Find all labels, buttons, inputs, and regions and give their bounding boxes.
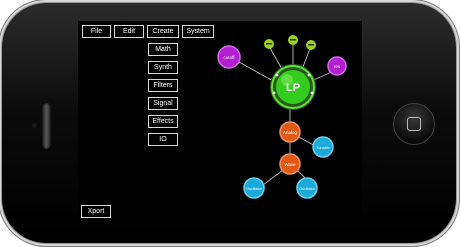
cutoff-label: cutoff xyxy=(224,55,236,60)
earpiece-speaker xyxy=(42,103,51,149)
cutoff-node[interactable]: cutoff xyxy=(217,45,241,69)
front-camera xyxy=(32,123,37,128)
home-button[interactable] xyxy=(394,104,434,144)
patch-graph: LP cutoff res Analog Wave Tunable Oscill… xyxy=(217,35,347,199)
knob-node-3[interactable] xyxy=(306,40,316,50)
lp-label: LP xyxy=(286,82,300,94)
res-label: res xyxy=(334,64,341,69)
knob-node-2[interactable] xyxy=(288,35,298,45)
analog-node[interactable]: Analog xyxy=(279,121,301,143)
tunable-label: Tunable xyxy=(316,146,330,150)
tunable-node[interactable]: Tunable xyxy=(312,136,334,158)
analog-label: Analog xyxy=(283,130,298,135)
wave-node[interactable]: Wave xyxy=(279,153,301,175)
res-node[interactable]: res xyxy=(327,56,347,76)
app-screen: File Edit Create System Math Synth Filte… xyxy=(78,21,362,224)
home-square-icon xyxy=(407,117,421,131)
knob-node-1[interactable] xyxy=(264,39,274,49)
oscillator-2-label: Oscillator xyxy=(299,187,316,191)
oscillator-node-1[interactable]: Oscillator xyxy=(243,177,265,199)
oscillator-node-2[interactable]: Oscillator xyxy=(296,177,318,199)
wave-label: Wave xyxy=(284,162,296,167)
oscillator-1-label: Oscillator xyxy=(246,187,263,191)
lp-filter-node[interactable]: LP xyxy=(270,64,316,110)
